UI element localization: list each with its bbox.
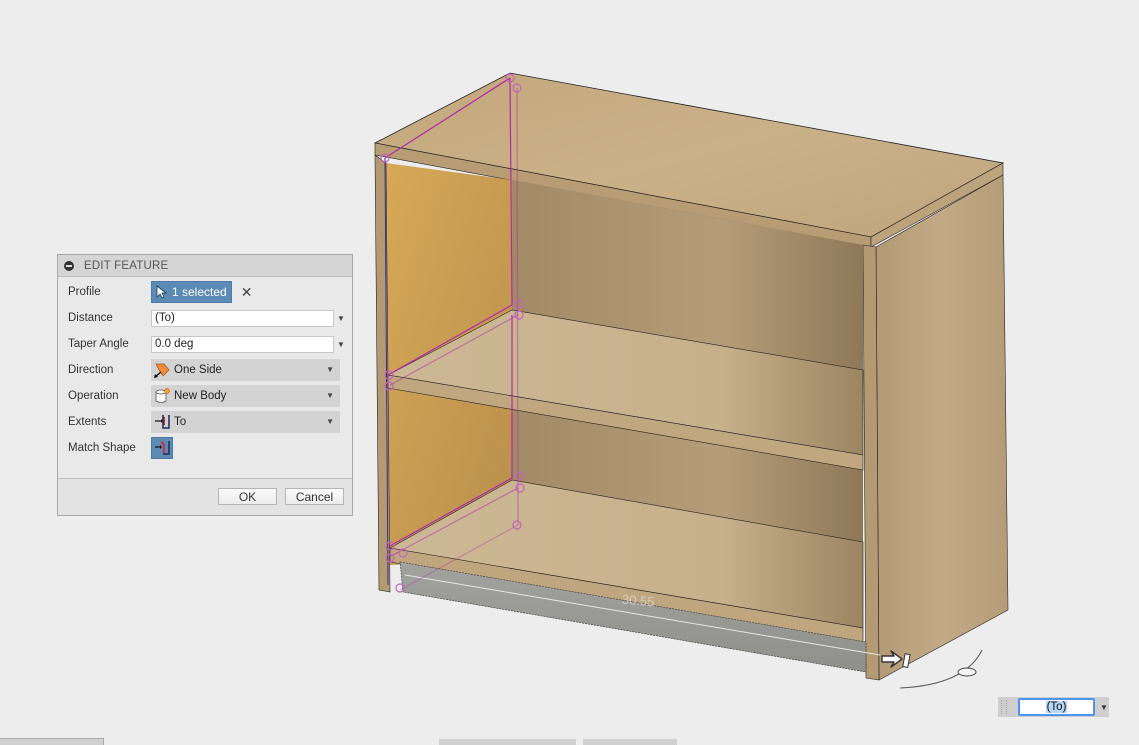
direction-row: Direction One Side ▼ [58, 357, 352, 383]
ok-button[interactable]: OK [218, 488, 277, 505]
profile-label: Profile [68, 286, 101, 298]
browser-panel-edge[interactable] [0, 738, 104, 745]
direction-select[interactable]: One Side ▼ [151, 359, 340, 381]
operation-label: Operation [68, 390, 119, 402]
profile-selection-value: 1 selected [172, 285, 227, 299]
match-shape-icon [155, 441, 170, 455]
operation-value: New Body [174, 390, 227, 402]
taper-angle-input[interactable]: 0.0 deg [151, 335, 334, 353]
direction-label: Direction [68, 364, 114, 376]
cursor-icon [156, 285, 168, 299]
heads-up-distance-input: (To) ▼ [998, 697, 1109, 717]
extents-row: Extents To ▼ [58, 409, 352, 435]
chevron-down-icon: ▼ [326, 417, 334, 426]
taper-angle-dropdown-arrow-icon[interactable]: ▼ [337, 340, 345, 349]
cancel-button[interactable]: Cancel [285, 488, 344, 505]
dialog-footer: OK Cancel [58, 478, 352, 515]
extents-label: Extents [68, 416, 107, 428]
drag-grip-icon[interactable] [1001, 700, 1007, 714]
profile-row: Profile 1 selected ✕ [58, 279, 352, 305]
right-side-panel[interactable] [875, 174, 1009, 681]
hud-dropdown-arrow-icon[interactable]: ▼ [1100, 703, 1108, 712]
dimension-label[interactable]: 30.55 [621, 592, 655, 610]
match-shape-label: Match Shape [68, 442, 136, 454]
profile-selection-button[interactable]: 1 selected [151, 281, 232, 303]
display-settings-toolbar[interactable] [583, 739, 677, 745]
extents-value: To [174, 416, 187, 428]
edit-feature-dialog: EDIT FEATURE Profile 1 selected ✕ Distan… [57, 254, 353, 516]
distance-label: Distance [68, 312, 113, 324]
chevron-down-icon: ▼ [326, 391, 334, 400]
extents-select[interactable]: To ▼ [151, 411, 340, 433]
distance-input[interactable]: (To) [151, 309, 334, 327]
collapse-icon[interactable] [64, 260, 74, 271]
dialog-header[interactable]: EDIT FEATURE [58, 255, 352, 277]
direction-value: One Side [174, 364, 222, 376]
operation-select[interactable]: New Body ▼ [151, 385, 340, 407]
navigation-toolbar[interactable] [439, 739, 576, 745]
hud-value-text: (To) [1045, 701, 1068, 713]
distance-dropdown-arrow-icon[interactable]: ▼ [337, 314, 345, 323]
match-shape-row: Match Shape [58, 435, 352, 461]
extent-to-icon [155, 415, 170, 429]
distance-row: Distance (To) ▼ [58, 305, 352, 331]
taper-angle-label: Taper Angle [68, 338, 129, 350]
chevron-down-icon: ▼ [326, 365, 334, 374]
one-side-direction-icon [154, 363, 170, 378]
right-side-front-edge [862, 244, 880, 681]
operation-row: Operation New Body ▼ [58, 383, 352, 409]
dialog-title: EDIT FEATURE [84, 259, 169, 272]
taper-angle-row: Taper Angle 0.0 deg ▼ [58, 331, 352, 357]
manipulator-handle[interactable] [957, 667, 977, 677]
new-body-icon [155, 388, 170, 403]
close-icon[interactable]: ✕ [241, 284, 253, 301]
hud-value-input[interactable]: (To) [1018, 698, 1095, 716]
match-shape-toggle[interactable] [151, 437, 173, 459]
